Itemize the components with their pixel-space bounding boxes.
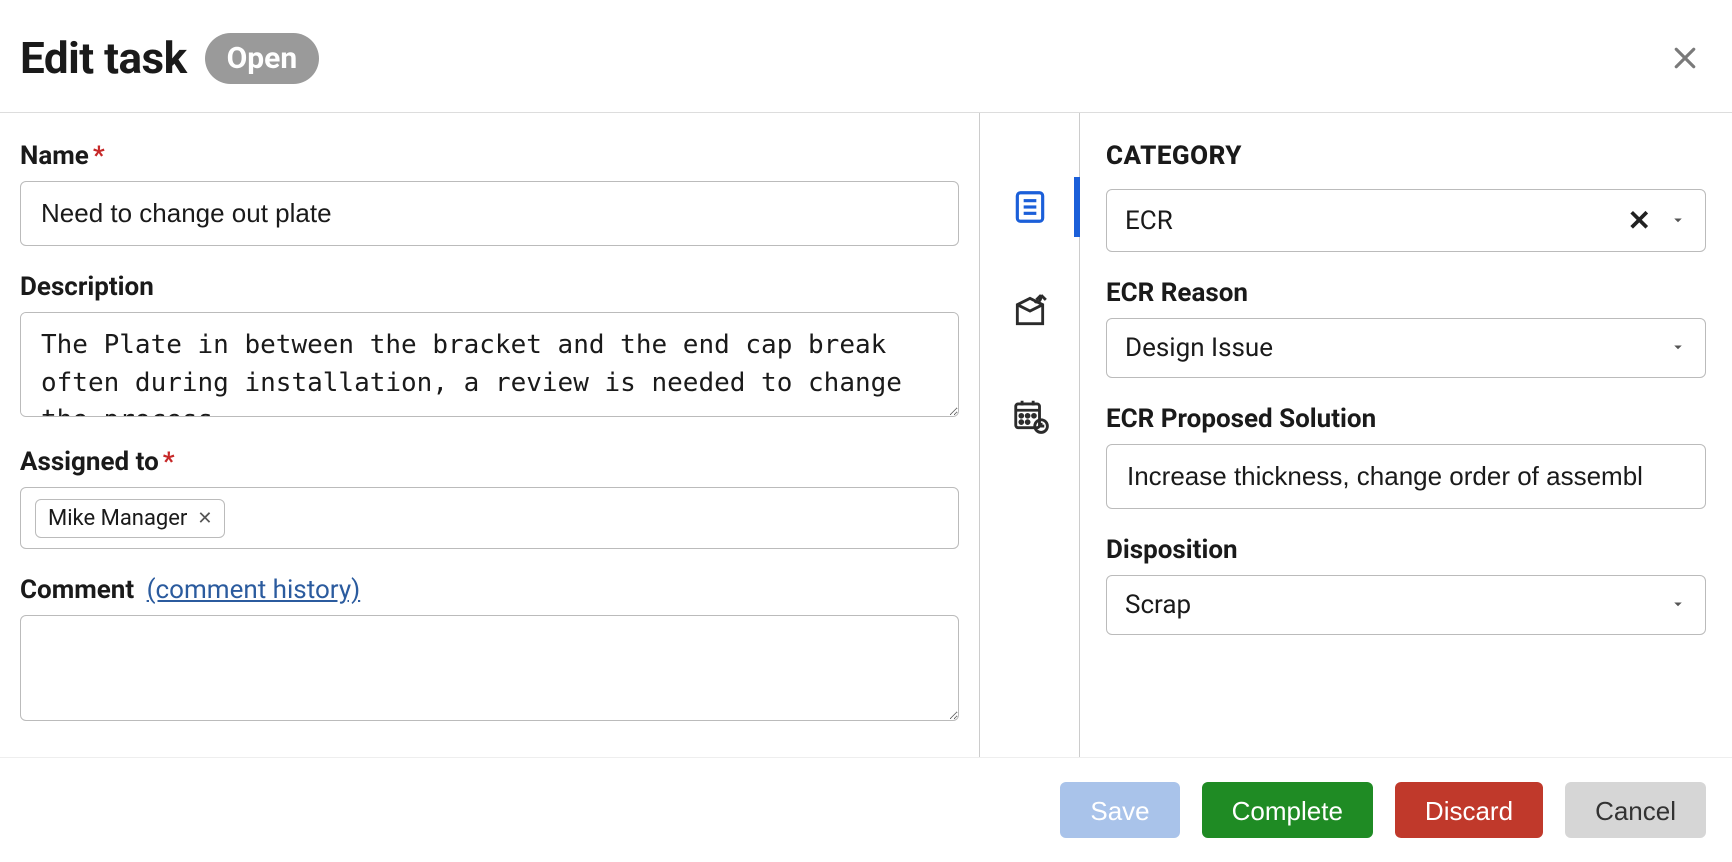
assigned-label-text: Assigned to — [20, 447, 159, 477]
dialog-title: Edit task — [20, 32, 187, 84]
close-icon[interactable] — [1662, 35, 1708, 81]
category-panel: CATEGORY ECR ✕ ECR Reason Design Issue — [1080, 113, 1732, 757]
cancel-button[interactable]: Cancel — [1565, 782, 1706, 838]
name-label: Name* — [20, 141, 959, 171]
comment-history-link[interactable]: (comment history) — [147, 575, 361, 605]
chevron-down-icon — [1669, 590, 1687, 620]
disposition-select[interactable]: Scrap — [1106, 575, 1706, 635]
chevron-down-icon — [1669, 206, 1687, 236]
comment-textarea[interactable] — [20, 615, 959, 720]
description-textarea[interactable] — [20, 312, 959, 417]
category-value: ECR — [1125, 206, 1610, 236]
required-star: * — [93, 141, 105, 171]
chevron-down-icon — [1669, 333, 1687, 363]
assignee-chip[interactable]: Mike Manager ✕ — [35, 499, 225, 538]
ecr-reason-label: ECR Reason — [1106, 278, 1706, 308]
complete-button[interactable]: Complete — [1202, 782, 1373, 838]
assignee-name: Mike Manager — [48, 506, 187, 531]
category-select[interactable]: ECR ✕ — [1106, 189, 1706, 252]
tab-details[interactable] — [1006, 183, 1054, 231]
disposition-value: Scrap — [1125, 590, 1687, 620]
side-icon-rail — [980, 113, 1080, 757]
remove-assignee-icon[interactable]: ✕ — [197, 508, 212, 529]
required-star: * — [163, 447, 175, 477]
assigned-to-input[interactable]: Mike Manager ✕ — [20, 487, 959, 549]
name-label-text: Name — [20, 141, 89, 171]
main-form-panel: Name* Description Assigned to* Mike Mana… — [0, 113, 980, 757]
assigned-to-label: Assigned to* — [20, 447, 959, 477]
category-heading: CATEGORY — [1106, 141, 1706, 171]
ecr-reason-value: Design Issue — [1125, 333, 1687, 363]
edit-task-dialog: Edit task Open Name* Description Assigne… — [0, 0, 1732, 862]
status-badge: Open — [205, 33, 320, 84]
discard-button[interactable]: Discard — [1395, 782, 1543, 838]
ecr-solution-label: ECR Proposed Solution — [1106, 404, 1706, 434]
comment-label: Comment (comment history) — [20, 575, 959, 605]
dialog-footer: Save Complete Discard Cancel — [0, 757, 1732, 862]
tab-schedule[interactable] — [1006, 391, 1054, 439]
tab-attachments[interactable] — [1006, 287, 1054, 335]
disposition-label: Disposition — [1106, 535, 1706, 565]
clear-category-icon[interactable]: ✕ — [1610, 204, 1669, 237]
comment-label-text: Comment — [20, 575, 134, 605]
ecr-reason-select[interactable]: Design Issue — [1106, 318, 1706, 378]
name-input[interactable] — [20, 181, 959, 246]
description-label: Description — [20, 272, 959, 302]
ecr-solution-input[interactable] — [1106, 444, 1706, 509]
dialog-header: Edit task Open — [0, 0, 1732, 113]
save-button[interactable]: Save — [1060, 782, 1179, 838]
